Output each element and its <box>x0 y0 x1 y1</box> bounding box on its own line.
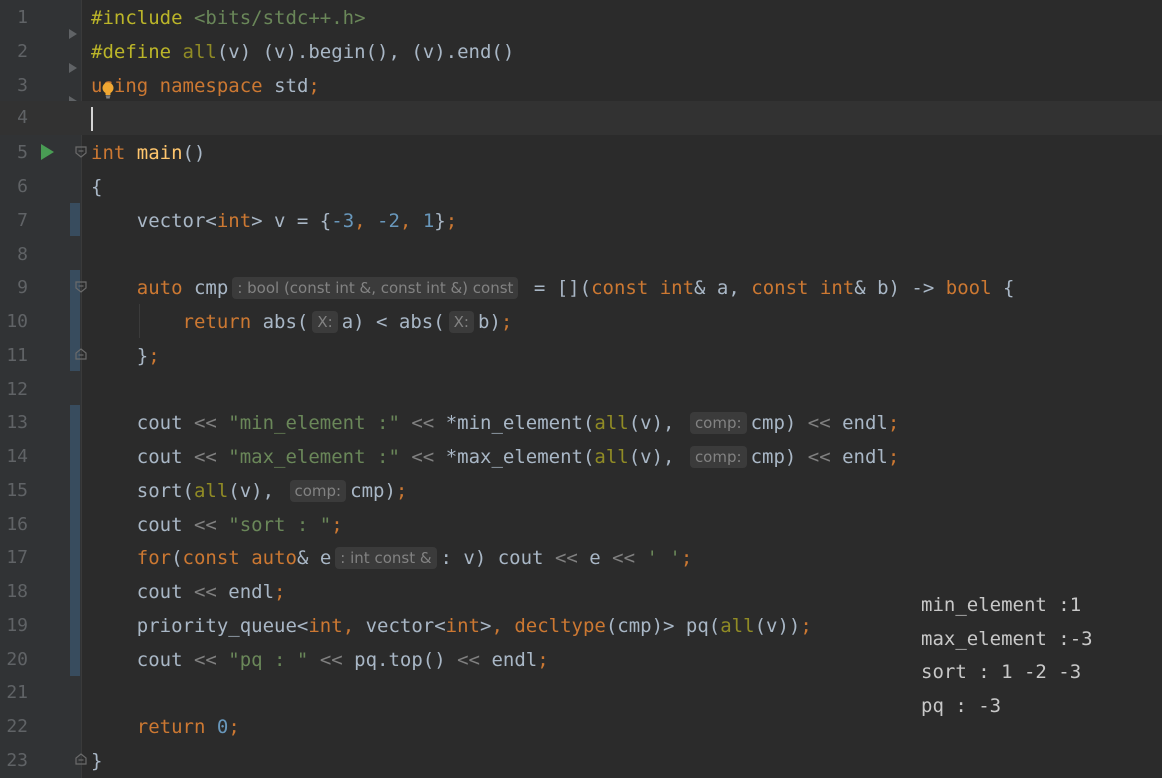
param-inlay-hint[interactable]: comp: <box>289 480 347 502</box>
line-text: sort(all(v), comp: cmp); <box>136 480 408 502</box>
type-inlay-hint[interactable]: : int const & <box>335 547 437 569</box>
line-text: cout << "min_element :" << *min_element(… <box>91 412 900 434</box>
code-line: 1 #include <bits/stdc++.h> <box>0 1 1162 35</box>
line-number: 14 <box>6 446 28 467</box>
line-number: 1 <box>17 7 28 28</box>
program-output: min_element :1 max_element :-3 sort : 1 … <box>921 589 1151 723</box>
code-line-current: 4 <box>0 101 1162 135</box>
code-line: 14 cout << "max_element :" << *max_eleme… <box>0 440 1162 474</box>
line-text: cout << "max_element :" << *max_element(… <box>91 446 900 468</box>
text-caret <box>91 107 93 131</box>
line-number: 11 <box>6 345 28 366</box>
type-inlay-hint[interactable]: : bool (const int &, const int &) const <box>232 277 519 299</box>
line-text: { <box>91 176 103 198</box>
line-number: 13 <box>6 412 28 433</box>
line-text: for(const auto& e: int const &: v) cout … <box>136 547 693 569</box>
line-number: 15 <box>6 480 28 501</box>
line-number: 20 <box>6 649 28 670</box>
code-line: 8 <box>0 238 1162 272</box>
output-line: min_element :1 <box>921 594 1082 616</box>
line-number: 23 <box>6 750 28 771</box>
line-number: 3 <box>17 75 28 96</box>
code-line: 15 sort(all(v), comp: cmp); <box>0 474 1162 508</box>
line-text: using namespace std; <box>91 75 320 97</box>
line-number: 6 <box>17 176 28 197</box>
line-text: cout << "pq : " << pq.top() << endl; <box>91 649 549 671</box>
line-text: vector<int> v = {-3, -2, 1}; <box>91 210 458 232</box>
code-line: 10 return abs(X: a) < abs(X: b); <box>0 305 1162 339</box>
line-text: cout << endl; <box>91 581 286 603</box>
code-line: 13 cout << "min_element :" << *min_eleme… <box>0 406 1162 440</box>
line-number: 22 <box>6 716 28 737</box>
param-inlay-hint[interactable]: comp: <box>689 412 747 434</box>
code-line: 12 <box>0 373 1162 407</box>
line-text: #define all(v) (v).begin(), (v).end() <box>91 41 515 63</box>
line-number: 9 <box>17 277 28 298</box>
line-text: #include <bits/stdc++.h> <box>91 7 366 29</box>
line-number: 16 <box>6 514 28 535</box>
param-inlay-hint[interactable]: X: <box>312 311 338 333</box>
output-line: pq : -3 <box>921 694 1002 717</box>
line-number: 5 <box>17 142 28 163</box>
code-line: 11 }; <box>0 339 1162 373</box>
line-number: 8 <box>17 244 28 265</box>
line-text: }; <box>91 345 160 367</box>
output-line: max_element :-3 <box>921 627 1093 650</box>
code-line: 16 cout << "sort : "; <box>0 508 1162 542</box>
code-line: 7 vector<int> v = {-3, -2, 1}; <box>0 204 1162 238</box>
line-text: } <box>91 750 103 772</box>
line-number: 4 <box>17 107 28 128</box>
line-text: return 0; <box>136 716 240 738</box>
line-number: 19 <box>6 615 28 636</box>
line-text: auto cmp: bool (const int &, const int &… <box>136 277 1015 299</box>
line-number: 21 <box>6 682 28 703</box>
line-number: 17 <box>6 547 28 568</box>
param-inlay-hint[interactable]: X: <box>448 311 474 333</box>
line-text: cout << "sort : "; <box>91 514 343 536</box>
code-editor[interactable]: 1 #include <bits/stdc++.h> 2 #define all… <box>0 0 1162 778</box>
line-number: 7 <box>17 210 28 231</box>
line-number: 18 <box>6 581 28 602</box>
lightbulb-icon[interactable] <box>102 82 114 99</box>
code-line: 6 { <box>0 170 1162 204</box>
code-line: 23 } <box>0 744 1162 778</box>
code-line: 2 #define all(v) (v).begin(), (v).end() <box>0 35 1162 69</box>
code-line: 17 for(const auto& e: int const &: v) co… <box>0 541 1162 575</box>
line-text: priority_queue<int, vector<int>, decltyp… <box>136 615 812 637</box>
code-line: 3 using namespace std; <box>0 69 1162 103</box>
line-text: int main() <box>91 142 206 164</box>
line-text: return abs(X: a) < abs(X: b); <box>182 311 513 333</box>
code-line: 5 int main() <box>0 136 1162 170</box>
code-line: 9 auto cmp: bool (const int &, const int… <box>0 271 1162 305</box>
line-number: 2 <box>17 41 28 62</box>
output-line: sort : 1 -2 -3 <box>921 661 1082 683</box>
line-number: 10 <box>6 311 28 332</box>
line-number: 12 <box>6 379 28 400</box>
param-inlay-hint[interactable]: comp: <box>689 446 747 468</box>
